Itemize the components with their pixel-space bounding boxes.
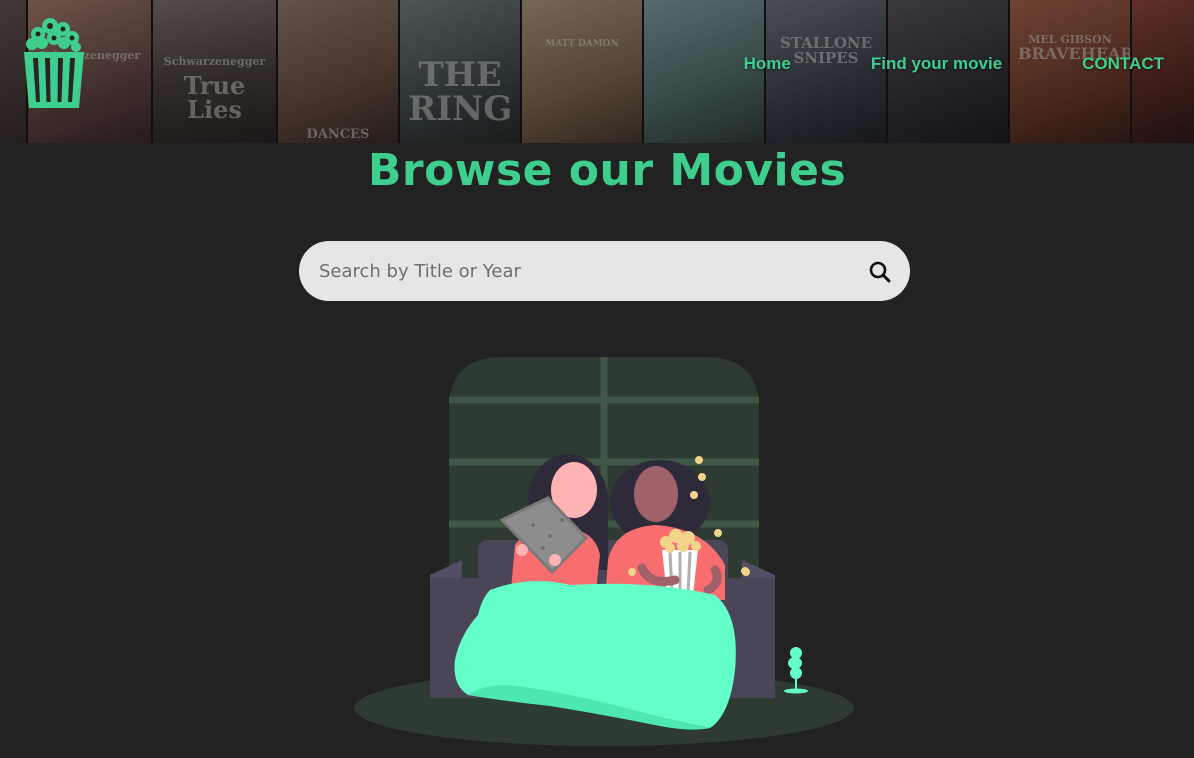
main-nav: Home Find your movie CONTACT xyxy=(744,54,1164,74)
search-input[interactable] xyxy=(319,251,839,291)
popcorn-icon[interactable] xyxy=(18,16,90,112)
nav-home-link[interactable]: Home xyxy=(744,54,791,74)
nav-contact-link[interactable]: CONTACT xyxy=(1082,54,1164,74)
page-title: Browse our Movies xyxy=(367,145,847,196)
search-bar xyxy=(299,241,910,301)
movie-night-illustration xyxy=(350,350,860,750)
nav-find-movie-link[interactable]: Find your movie xyxy=(871,54,1002,74)
header-banner: Schwarzenegger Schwarzenegger True Lies … xyxy=(0,0,1194,143)
search-icon[interactable] xyxy=(868,260,892,284)
